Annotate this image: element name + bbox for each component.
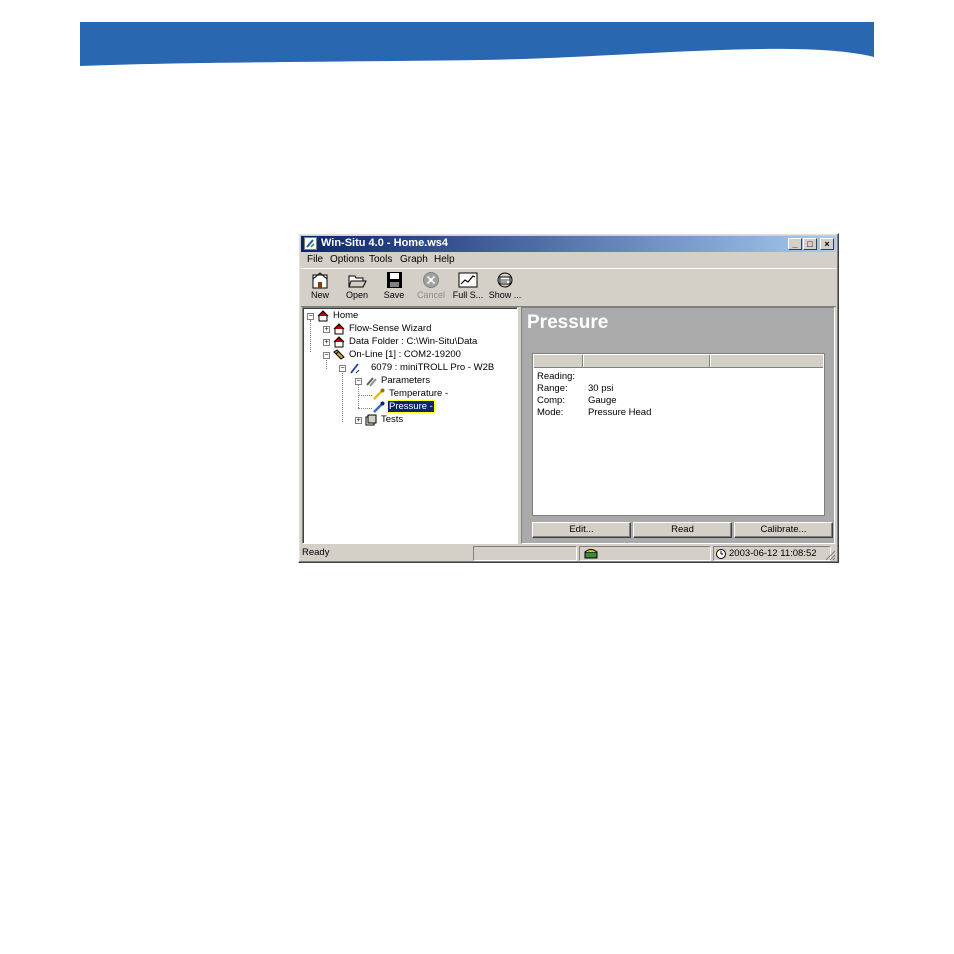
show-button[interactable]: Show ... [487, 271, 523, 303]
open-button[interactable]: Open [339, 271, 375, 303]
status-bar: Ready 2003-06-12 11:08:52 [301, 546, 836, 561]
open-folder-icon [348, 275, 367, 288]
tree-line [358, 408, 372, 409]
status-panel-connection [579, 546, 711, 561]
telephone-icon [584, 549, 598, 559]
menu-file[interactable]: File [307, 254, 323, 265]
list-header [534, 355, 823, 368]
floppy-disk-icon [387, 272, 402, 288]
collapse-icon[interactable]: − [323, 352, 330, 359]
show-window-icon [497, 272, 513, 288]
column-header[interactable] [534, 355, 583, 367]
collapse-icon[interactable]: − [355, 378, 362, 385]
toolbar: New Open Save Cancel Full S... Show ... [301, 268, 836, 307]
save-button[interactable]: Save [376, 271, 412, 303]
graph-icon [458, 272, 478, 288]
tree-line [342, 371, 343, 422]
column-header[interactable] [583, 355, 710, 367]
status-panel [473, 546, 577, 561]
calibrate-button[interactable]: Calibrate... [734, 522, 833, 538]
tree-line [358, 395, 372, 396]
app-window: Win-Situ 4.0 - Home.ws4 _ □ × File Optio… [298, 233, 839, 563]
collapse-icon[interactable]: − [307, 313, 314, 320]
tree-line [326, 358, 327, 369]
maximize-icon[interactable]: □ [803, 238, 817, 250]
status-clock-panel: 2003-06-12 11:08:52 [713, 546, 831, 561]
menu-help[interactable]: Help [434, 254, 455, 265]
resize-grip-icon[interactable] [825, 550, 836, 561]
expand-icon[interactable]: + [323, 339, 330, 346]
pressure-sensor-icon [373, 401, 385, 413]
menu-bar: File Options Tools Graph Help [301, 253, 836, 267]
properties-list[interactable]: Reading: Range: 30 psi Comp: Gauge Mode:… [532, 353, 825, 516]
cancel-button[interactable]: Cancel [413, 271, 449, 303]
data-folder-icon [333, 336, 345, 348]
menu-options[interactable]: Options [330, 254, 364, 265]
new-button[interactable]: New [302, 271, 338, 303]
expand-icon[interactable]: + [355, 417, 362, 424]
menu-tools[interactable]: Tools [369, 254, 392, 265]
wizard-home-icon [333, 323, 345, 335]
temperature-sensor-icon [373, 388, 385, 400]
header-banner [80, 22, 874, 66]
detail-panel: Pressure Reading: Range: 30 psi Comp: Ga… [521, 307, 835, 544]
window-title: Win-Situ 4.0 - Home.ws4 [321, 237, 449, 249]
connection-icon [333, 349, 345, 360]
full-screen-button[interactable]: Full S... [450, 271, 486, 303]
status-datetime: 2003-06-12 11:08:52 [729, 548, 817, 559]
cancel-x-icon [423, 272, 439, 288]
edit-button[interactable]: Edit... [532, 522, 631, 538]
title-bar[interactable]: Win-Situ 4.0 - Home.ws4 _ □ × [301, 236, 836, 252]
selected-label: Pressure - [387, 400, 435, 413]
tree-line [310, 320, 311, 352]
parameters-icon [366, 377, 377, 387]
tests-icon [365, 414, 377, 426]
tree-line [358, 384, 359, 408]
collapse-icon[interactable]: − [339, 365, 346, 372]
probe-icon [350, 363, 360, 374]
navigation-tree[interactable]: − Home + Flow-Sense Wizard + Data Folder… [302, 307, 518, 544]
minimize-icon[interactable]: _ [788, 238, 802, 250]
status-text: Ready [302, 547, 330, 558]
new-home-icon [312, 272, 328, 289]
expand-icon[interactable]: + [323, 326, 330, 333]
clock-icon [715, 548, 727, 559]
app-icon [304, 237, 317, 250]
close-icon[interactable]: × [820, 238, 834, 250]
detail-heading: Pressure [527, 312, 609, 333]
menu-graph[interactable]: Graph [400, 254, 428, 265]
read-button[interactable]: Read [633, 522, 732, 538]
home-icon [317, 310, 329, 322]
